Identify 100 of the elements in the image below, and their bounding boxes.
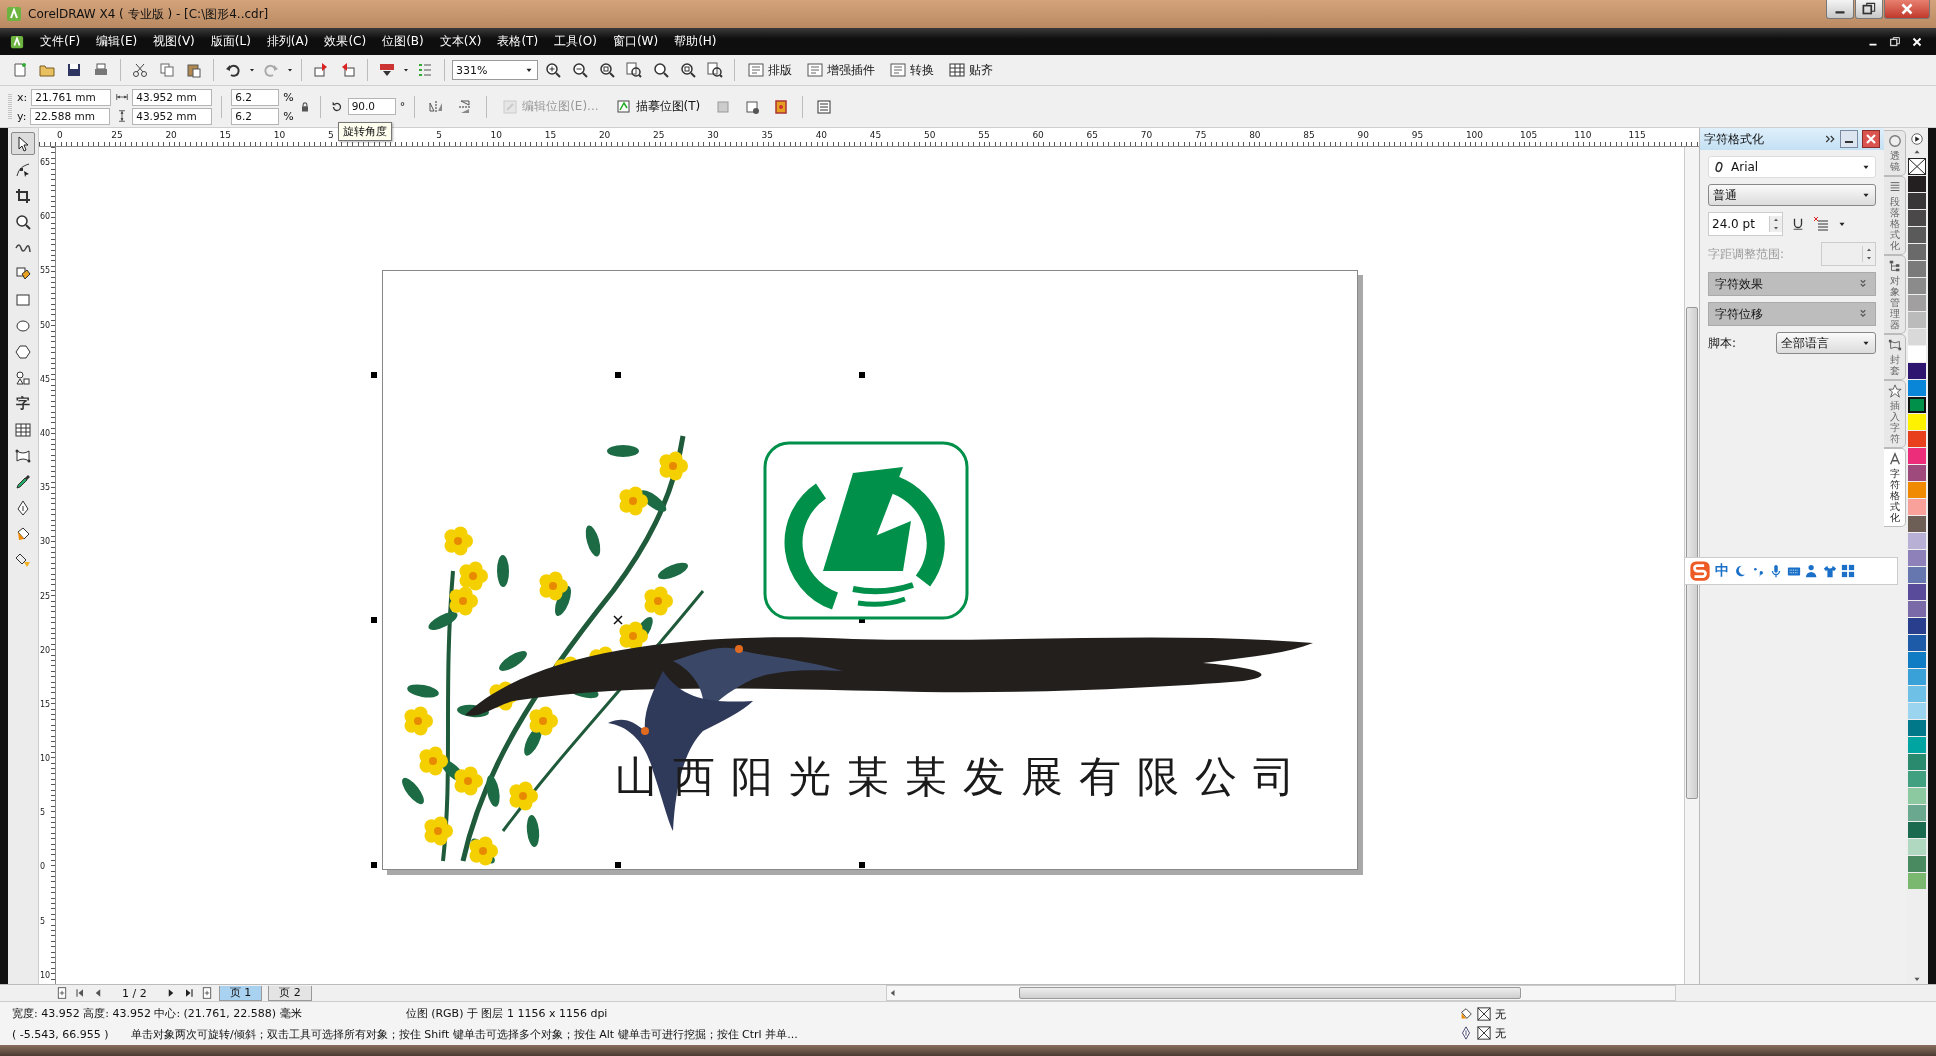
style-name: 普通 <box>1713 186 1738 204</box>
outline-value: 无 <box>1495 1025 1506 1041</box>
docker-tab[interactable]: 透镜 <box>1884 130 1906 176</box>
ruler-label: 5 <box>40 807 46 819</box>
ruler-label: 45 <box>869 130 882 141</box>
input-field[interactable]: 43.952 mm <box>132 107 213 125</box>
ruler-label: 75 <box>1194 130 1207 141</box>
percent-sign: % <box>283 90 294 104</box>
script-value: 全部语言 <box>1781 334 1830 352</box>
section-title: 字符效果 <box>1715 275 1763 293</box>
zoom-dropdown[interactable]: 331% <box>452 60 538 80</box>
ruler-label: 90 <box>1357 130 1369 141</box>
ruler-label: 110 <box>1574 130 1592 141</box>
field-label: 字距调整范围: <box>1708 245 1786 263</box>
docker-tab[interactable]: 字符格式化 <box>1884 448 1906 527</box>
font-size-value: 24.0 pt <box>1712 217 1755 231</box>
input-field[interactable]: 6.2 <box>231 107 280 125</box>
field-label: 脚本: <box>1708 334 1738 352</box>
menu-item[interactable]: 效果(C) <box>324 33 367 50</box>
ruler-label: 40 <box>815 130 828 141</box>
field-label: y: <box>17 109 27 123</box>
ruler-label: 5 <box>327 130 334 141</box>
toolbar-button[interactable]: 增强插件 <box>801 58 881 82</box>
menu-item[interactable]: 视图(V) <box>153 33 195 50</box>
font-name: Arial <box>1731 160 1760 174</box>
ruler-label: 5 <box>40 915 46 927</box>
ruler-label: 20 <box>598 130 611 141</box>
page-tab[interactable]: 页 2 <box>268 985 312 1001</box>
ruler-label: 45 <box>40 373 51 385</box>
ruler-label: 80 <box>1249 130 1261 141</box>
cursor-position: ( -5.543, 66.955 ) <box>12 1027 110 1041</box>
ruler-label: 70 <box>1140 130 1153 141</box>
section-header[interactable]: 字符效果 <box>1708 272 1876 296</box>
menu-item[interactable]: 排列(A) <box>266 33 309 50</box>
rotation-field[interactable]: 90.0 <box>347 98 396 115</box>
ruler-label: 100 <box>1465 130 1484 141</box>
docker-tab[interactable]: 对象管理器 <box>1884 255 1906 334</box>
window-title: CorelDRAW X4 ( 专业版 ) - [C:\图形4..cdr] <box>28 5 269 23</box>
style-dropdown[interactable]: 普通 <box>1708 184 1876 206</box>
ruler-label: 25 <box>111 130 123 141</box>
section-title: 字符位移 <box>1715 305 1763 323</box>
ruler-label: 10 <box>490 130 502 141</box>
ruler-label: 95 <box>1411 130 1424 141</box>
trace-bitmap-button[interactable]: 描摹位图(T) <box>609 94 707 119</box>
ruler-label: 115 <box>1628 130 1646 141</box>
page-tab[interactable]: 页 1 <box>218 985 263 1001</box>
ruler-label: 30 <box>707 130 719 141</box>
ruler-label: 15 <box>40 698 51 710</box>
ruler-label: 60 <box>40 211 51 223</box>
ruler-label: 35 <box>761 130 773 141</box>
input-field[interactable]: 6.2 <box>231 88 280 106</box>
input-field[interactable]: 22.588 mm <box>30 107 111 125</box>
menu-item[interactable]: 文本(X) <box>439 33 482 50</box>
ruler-label: 60 <box>1032 130 1044 141</box>
panel-title: 字符格式化 <box>1704 130 1765 148</box>
fill-value: 无 <box>1495 1006 1506 1022</box>
menu-item[interactable]: 版面(L) <box>210 33 251 50</box>
toolbar-button[interactable]: 转换 <box>884 58 940 82</box>
menu-item[interactable]: 位图(B) <box>382 33 424 50</box>
percent-sign: % <box>283 109 294 123</box>
object-info: 宽度: 43.952 高度: 43.952 中心: (21.761, 22.588) 毫米 <box>12 1005 302 1021</box>
ruler-label: 40 <box>40 427 51 439</box>
ruler-label: 35 <box>40 482 51 494</box>
ruler-label: 25 <box>653 130 665 141</box>
font-size-field[interactable]: 24.0 pt <box>1708 212 1783 236</box>
toolbar-button[interactable]: 贴齐 <box>943 58 999 82</box>
ruler-label: 15 <box>219 130 231 141</box>
script-dropdown[interactable]: 全部语言 <box>1776 332 1876 354</box>
docker-tab[interactable]: 封套 <box>1884 334 1906 380</box>
ruler-label: 30 <box>40 536 51 548</box>
ruler-label: 65 <box>1086 130 1098 141</box>
ruler-label: 105 <box>1520 130 1538 141</box>
menu-item[interactable]: 帮助(H) <box>674 33 717 50</box>
ruler-label: 10 <box>40 969 51 981</box>
ruler-label: 85 <box>1303 130 1315 141</box>
ruler-label: 50 <box>40 319 51 331</box>
tool-button[interactable]: 字 <box>11 392 35 415</box>
menu-item[interactable]: 文件(F) <box>40 33 81 50</box>
font-dropdown[interactable]: Arial <box>1708 156 1876 178</box>
ruler-label: 15 <box>544 130 557 141</box>
ruler-label: 5 <box>436 130 443 141</box>
input-field[interactable]: 43.952 mm <box>132 88 213 106</box>
ruler-label: 25 <box>40 590 51 602</box>
status-hint: 单击对象两次可旋转/倾斜；双击工具可选择所有对象；按住 Shift 键单击可选择多个对象；按住 Alt 键单击可进行挖掘；按住 Ctrl 并单... <box>131 1026 798 1042</box>
ruler-label: 10 <box>273 130 286 141</box>
ruler-label: 10 <box>40 753 51 765</box>
menu-item[interactable]: 工具(O) <box>554 33 597 50</box>
input-field[interactable]: 21.761 mm <box>31 88 112 106</box>
input-mode-toggle[interactable]: 中 <box>1715 562 1729 580</box>
ruler-label: 55 <box>978 130 990 141</box>
docker-tab[interactable]: 插入字符 <box>1884 380 1906 448</box>
degree-sign: ° <box>399 100 406 113</box>
ruler-label: 55 <box>40 265 51 277</box>
toolbar-button[interactable]: 排版 <box>742 58 798 82</box>
docker-tab[interactable]: 段落格式化 <box>1884 176 1906 255</box>
menu-item[interactable]: 窗口(W) <box>612 33 659 50</box>
section-header[interactable]: 字符位移 <box>1708 302 1876 326</box>
menu-item[interactable]: 表格(T) <box>497 33 539 50</box>
ruler-label: 65 <box>40 157 51 168</box>
menu-item[interactable]: 编辑(E) <box>96 33 138 50</box>
